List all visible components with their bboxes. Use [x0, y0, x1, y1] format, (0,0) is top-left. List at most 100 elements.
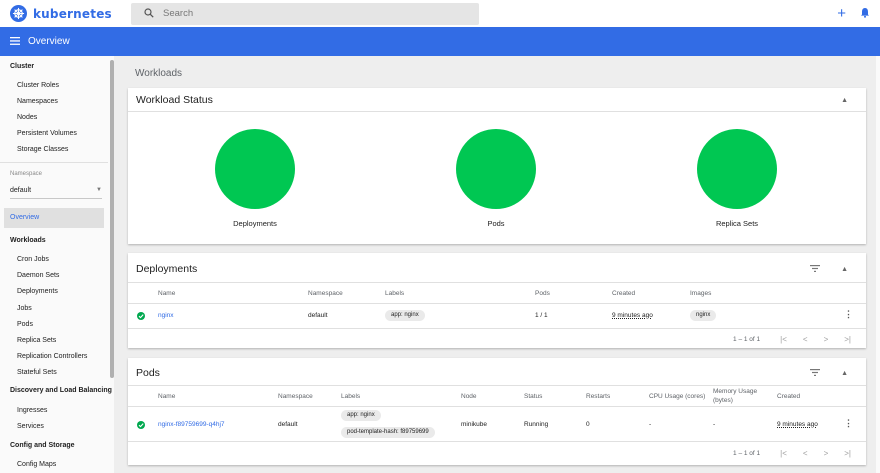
sidebar-item-cron-jobs[interactable]: Cron Jobs: [17, 256, 49, 263]
notifications-bell-icon[interactable]: [860, 7, 870, 20]
col-header-name[interactable]: Name: [158, 393, 175, 400]
pagination: 1 – 1 of 1 |< < > >|: [733, 449, 851, 458]
col-header-restarts[interactable]: Restarts: [586, 393, 610, 400]
pod-node: minikube: [461, 421, 488, 428]
kubernetes-logo[interactable]: kubernetes: [0, 5, 131, 22]
dropdown-arrow-icon: ▼: [96, 187, 102, 193]
filter-icon[interactable]: [810, 369, 820, 378]
collapse-chevron-up-icon[interactable]: ▲: [841, 97, 848, 104]
sidebar-item-stateful-sets[interactable]: Stateful Sets: [17, 369, 57, 376]
sidebar-item-deployments[interactable]: Deployments: [17, 288, 58, 295]
first-page-icon[interactable]: |<: [780, 335, 787, 344]
col-header-memory-unit: (bytes): [713, 397, 733, 404]
deployment-namespace: default: [308, 312, 328, 319]
hamburger-menu-icon[interactable]: [10, 36, 20, 47]
col-header-status[interactable]: Status: [524, 393, 542, 400]
image-chip: nginx: [690, 310, 717, 321]
collapse-chevron-up-icon[interactable]: ▲: [841, 370, 848, 377]
filter-icon[interactable]: [810, 265, 820, 274]
label-chip: pod-template-hash: f89759699: [341, 427, 435, 438]
top-actions: +: [837, 6, 880, 21]
sidebar-item-overview-label: Overview: [10, 214, 40, 221]
sidebar-item-pods[interactable]: Pods: [17, 321, 33, 328]
col-header-created[interactable]: Created: [612, 290, 635, 297]
col-header-namespace[interactable]: Namespace: [278, 393, 313, 400]
last-page-icon[interactable]: >|: [844, 449, 851, 458]
pods-card: Pods ▲ Name Namespace Labels Node Status…: [128, 358, 866, 465]
deployment-created: 9 minutes ago: [612, 312, 653, 319]
namespace-value: default: [10, 187, 32, 194]
col-header-labels: Labels: [341, 393, 361, 400]
card-divider: [128, 282, 866, 283]
deployments-status-label: Deployments: [233, 219, 277, 228]
sidebar-heading-cluster[interactable]: Cluster: [10, 63, 34, 70]
page-scroll-track: [876, 56, 880, 473]
row-divider: [128, 303, 866, 304]
prev-page-icon[interactable]: <: [803, 449, 808, 458]
pod-memory-usage: -: [713, 421, 716, 428]
card-divider: [128, 385, 866, 386]
col-header-created[interactable]: Created: [777, 393, 800, 400]
col-header-node[interactable]: Node: [461, 393, 477, 400]
replica-sets-status-label: Replica Sets: [715, 219, 759, 228]
sidebar-item-storage-classes[interactable]: Storage Classes: [17, 146, 68, 153]
last-page-icon[interactable]: >|: [844, 335, 851, 344]
sidebar-item-nodes[interactable]: Nodes: [17, 114, 37, 121]
col-header-labels: Labels: [385, 290, 405, 297]
workload-status-title: Workload Status: [136, 94, 213, 106]
pods-title: Pods: [136, 367, 160, 379]
row-divider: [128, 441, 866, 442]
page-header: Overview: [0, 27, 880, 56]
sidebar-item-persistent-volumes[interactable]: Persistent Volumes: [17, 130, 77, 137]
sidebar-heading-workloads[interactable]: Workloads: [10, 237, 46, 244]
sidebar-item-ingresses[interactable]: Ingresses: [17, 407, 47, 414]
sidebar-heading-discovery[interactable]: Discovery and Load Balancing: [10, 387, 112, 394]
status-ok-icon: [137, 312, 145, 320]
deployments-title: Deployments: [136, 263, 198, 275]
row-divider: [128, 328, 866, 329]
namespace-select[interactable]: default ▼: [10, 187, 102, 199]
collapse-chevron-up-icon[interactable]: ▲: [841, 266, 848, 273]
sidebar-heading-config[interactable]: Config and Storage: [10, 442, 75, 449]
first-page-icon[interactable]: |<: [780, 449, 787, 458]
helm-wheel-icon: [10, 5, 27, 22]
pod-name-link[interactable]: nginx-f89759699-q4hj7: [158, 421, 225, 428]
brand-name: kubernetes: [33, 6, 112, 21]
sidebar-scrollbar[interactable]: [110, 60, 114, 378]
status-ok-icon: [137, 421, 145, 429]
search-icon: [144, 7, 154, 20]
sidebar-item-daemon-sets[interactable]: Daemon Sets: [17, 272, 59, 279]
sidebar-item-namespaces[interactable]: Namespaces: [17, 98, 58, 105]
pod-restarts: 0: [586, 421, 590, 428]
pod-cpu-usage: -: [649, 421, 652, 428]
sidebar-item-services[interactable]: Services: [17, 423, 44, 430]
top-toolbar: kubernetes Search +: [0, 0, 880, 27]
next-page-icon[interactable]: >: [824, 449, 829, 458]
label-chip: app: nginx: [385, 310, 425, 321]
pods-status-chart: [456, 129, 536, 209]
sidebar-item-replica-sets[interactable]: Replica Sets: [17, 337, 56, 344]
sidebar-item-cluster-roles[interactable]: Cluster Roles: [17, 82, 59, 89]
deployments-status-chart: [215, 129, 295, 209]
pod-created: 9 minutes ago: [777, 421, 818, 428]
create-plus-icon[interactable]: +: [837, 6, 846, 21]
col-header-name[interactable]: Name: [158, 290, 175, 297]
next-page-icon[interactable]: >: [824, 335, 829, 344]
sidebar-item-config-maps[interactable]: Config Maps: [17, 461, 56, 468]
sidebar-divider: [0, 162, 108, 163]
pagination: 1 – 1 of 1 |< < > >|: [733, 335, 851, 344]
prev-page-icon[interactable]: <: [803, 335, 808, 344]
sidebar-item-jobs[interactable]: Jobs: [17, 305, 32, 312]
col-header-pods: Pods: [535, 290, 550, 297]
sidebar-item-replication-controllers[interactable]: Replication Controllers: [17, 353, 87, 360]
more-vert-icon[interactable]: ⋮: [844, 418, 853, 429]
pod-namespace: default: [278, 421, 298, 428]
search-placeholder: Search: [163, 8, 194, 19]
pagination-range: 1 – 1 of 1: [733, 450, 761, 457]
search-input[interactable]: Search: [131, 2, 479, 25]
col-header-namespace[interactable]: Namespace: [308, 290, 343, 297]
col-header-cpu-usage: CPU Usage (cores): [649, 393, 706, 400]
header-title: Overview: [28, 36, 70, 47]
more-vert-icon[interactable]: ⋮: [844, 309, 853, 320]
deployment-name-link[interactable]: nginx: [158, 312, 174, 319]
